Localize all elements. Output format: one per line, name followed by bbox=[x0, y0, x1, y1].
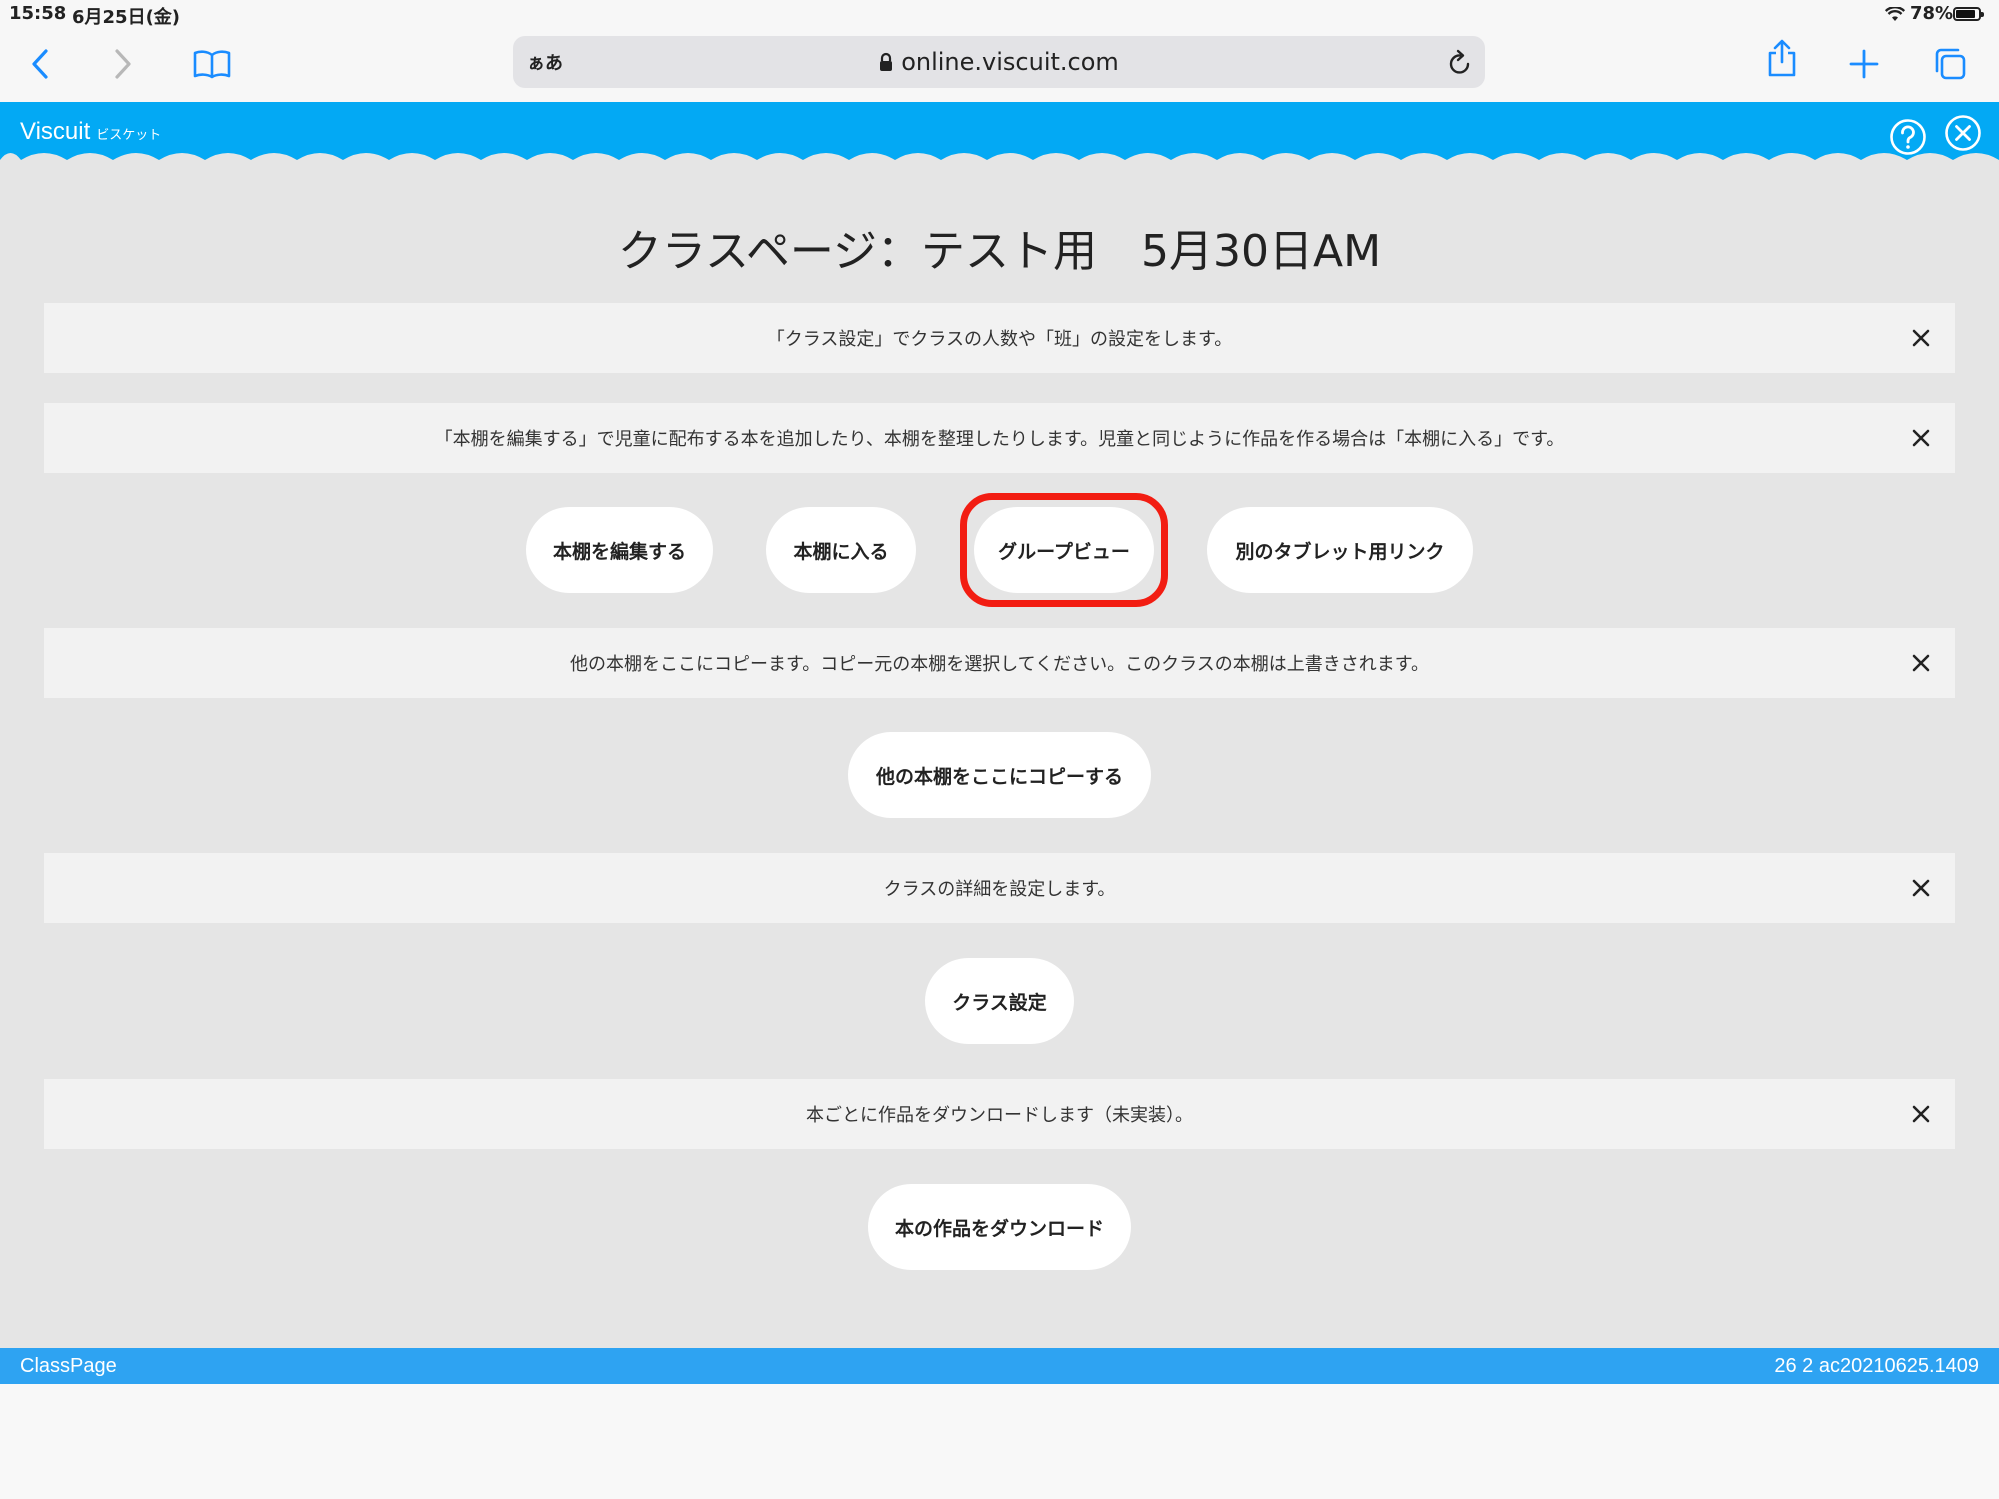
header-wave-background bbox=[0, 102, 1999, 160]
enter-shelf-button[interactable]: 本棚に入る bbox=[766, 507, 916, 593]
close-icon bbox=[1912, 1105, 1930, 1123]
class-settings-button[interactable]: クラス設定 bbox=[925, 958, 1074, 1044]
app-header: Viscuit ビスケット bbox=[0, 102, 1999, 170]
page-title: クラスページ：テスト用 5月30日AM bbox=[617, 226, 1382, 277]
status-date: 6月25日(金) bbox=[72, 7, 181, 28]
info-bar-details-hint: クラスの詳細を設定します。 bbox=[44, 853, 1955, 923]
battery-icon bbox=[1953, 7, 1984, 21]
info-bar-shelf-hint: 「本棚を編集する」で児童に配布する本を追加したり、本棚を整理したりします。児童と… bbox=[44, 403, 1955, 473]
logo-text: Viscuit bbox=[20, 118, 91, 145]
info-text: クラスの詳細を設定します。 bbox=[883, 879, 1116, 900]
chevron-left-icon bbox=[32, 49, 48, 79]
plus-icon bbox=[1849, 49, 1879, 79]
info-text: 「本棚を編集する」で児童に配布する本を追加したり、本棚を整理したりします。児童と… bbox=[434, 429, 1565, 450]
tablet-link-button[interactable]: 別のタブレット用リンク bbox=[1207, 507, 1473, 593]
dismiss-info-button[interactable] bbox=[1909, 326, 1933, 350]
browser-toolbar: ぁあ online.viscuit.com bbox=[0, 30, 1999, 102]
dismiss-info-button[interactable] bbox=[1909, 426, 1933, 450]
close-icon bbox=[1912, 429, 1930, 447]
wifi-icon bbox=[1884, 6, 1906, 27]
tabs-button[interactable] bbox=[1930, 44, 1970, 84]
help-icon bbox=[1890, 119, 1926, 155]
close-icon bbox=[1912, 329, 1930, 347]
group-view-button[interactable]: グループビュー bbox=[974, 507, 1154, 593]
bottom-blank-area bbox=[0, 1384, 1999, 1499]
footer-page-name: ClassPage bbox=[20, 1355, 117, 1377]
close-circle-icon bbox=[1945, 115, 1981, 151]
address-bar[interactable]: ぁあ online.viscuit.com bbox=[513, 36, 1485, 88]
logo-subtext: ビスケット bbox=[96, 127, 162, 142]
forward-button[interactable] bbox=[103, 44, 143, 84]
close-icon bbox=[1912, 654, 1930, 672]
info-bar-class-settings-hint: 「クラス設定」でクラスの人数や「班」の設定をします。 bbox=[44, 303, 1955, 373]
help-button[interactable] bbox=[1889, 118, 1927, 160]
status-bar: 15:58 6月25日(金) 78% bbox=[0, 0, 1999, 30]
copy-shelf-button[interactable]: 他の本棚をここにコピーする bbox=[848, 732, 1151, 818]
close-icon bbox=[1912, 879, 1930, 897]
download-works-button[interactable]: 本の作品をダウンロード bbox=[868, 1184, 1131, 1270]
chevron-right-icon bbox=[115, 49, 131, 79]
dismiss-info-button[interactable] bbox=[1909, 876, 1933, 900]
status-time: 15:58 bbox=[9, 3, 67, 24]
dismiss-info-button[interactable] bbox=[1909, 1102, 1933, 1126]
dismiss-info-button[interactable] bbox=[1909, 651, 1933, 675]
footer-bar: ClassPage 26 2 ac20210625.1409 bbox=[0, 1348, 1999, 1384]
info-text: 「クラス設定」でクラスの人数や「班」の設定をします。 bbox=[766, 329, 1233, 350]
info-bar-download-hint: 本ごとに作品をダウンロードします（未実装）。 bbox=[44, 1079, 1955, 1149]
info-text: 他の本棚をここにコピーます。コピー元の本棚を選択してください。このクラスの本棚は… bbox=[570, 654, 1429, 675]
url-text: online.viscuit.com bbox=[901, 48, 1119, 76]
share-button[interactable] bbox=[1762, 38, 1802, 78]
viscuit-logo: Viscuit ビスケット bbox=[20, 118, 161, 146]
bookmarks-button[interactable] bbox=[192, 44, 232, 84]
back-button[interactable] bbox=[20, 44, 60, 84]
footer-version: 26 2 ac20210625.1409 bbox=[1774, 1355, 1979, 1377]
info-bar-copy-hint: 他の本棚をここにコピーます。コピー元の本棚を選択してください。このクラスの本棚は… bbox=[44, 628, 1955, 698]
tabs-icon bbox=[1935, 48, 1966, 80]
reload-button[interactable] bbox=[1447, 48, 1473, 80]
new-tab-button[interactable] bbox=[1844, 44, 1884, 84]
info-text: 本ごとに作品をダウンロードします（未実装）。 bbox=[806, 1105, 1193, 1126]
reload-icon bbox=[1449, 49, 1470, 74]
share-icon bbox=[1768, 39, 1796, 77]
lock-icon bbox=[879, 50, 893, 78]
book-icon bbox=[193, 50, 231, 79]
close-app-button[interactable] bbox=[1944, 114, 1982, 156]
edit-shelf-button[interactable]: 本棚を編集する bbox=[526, 507, 713, 593]
battery-percentage: 78% bbox=[1910, 3, 1954, 24]
